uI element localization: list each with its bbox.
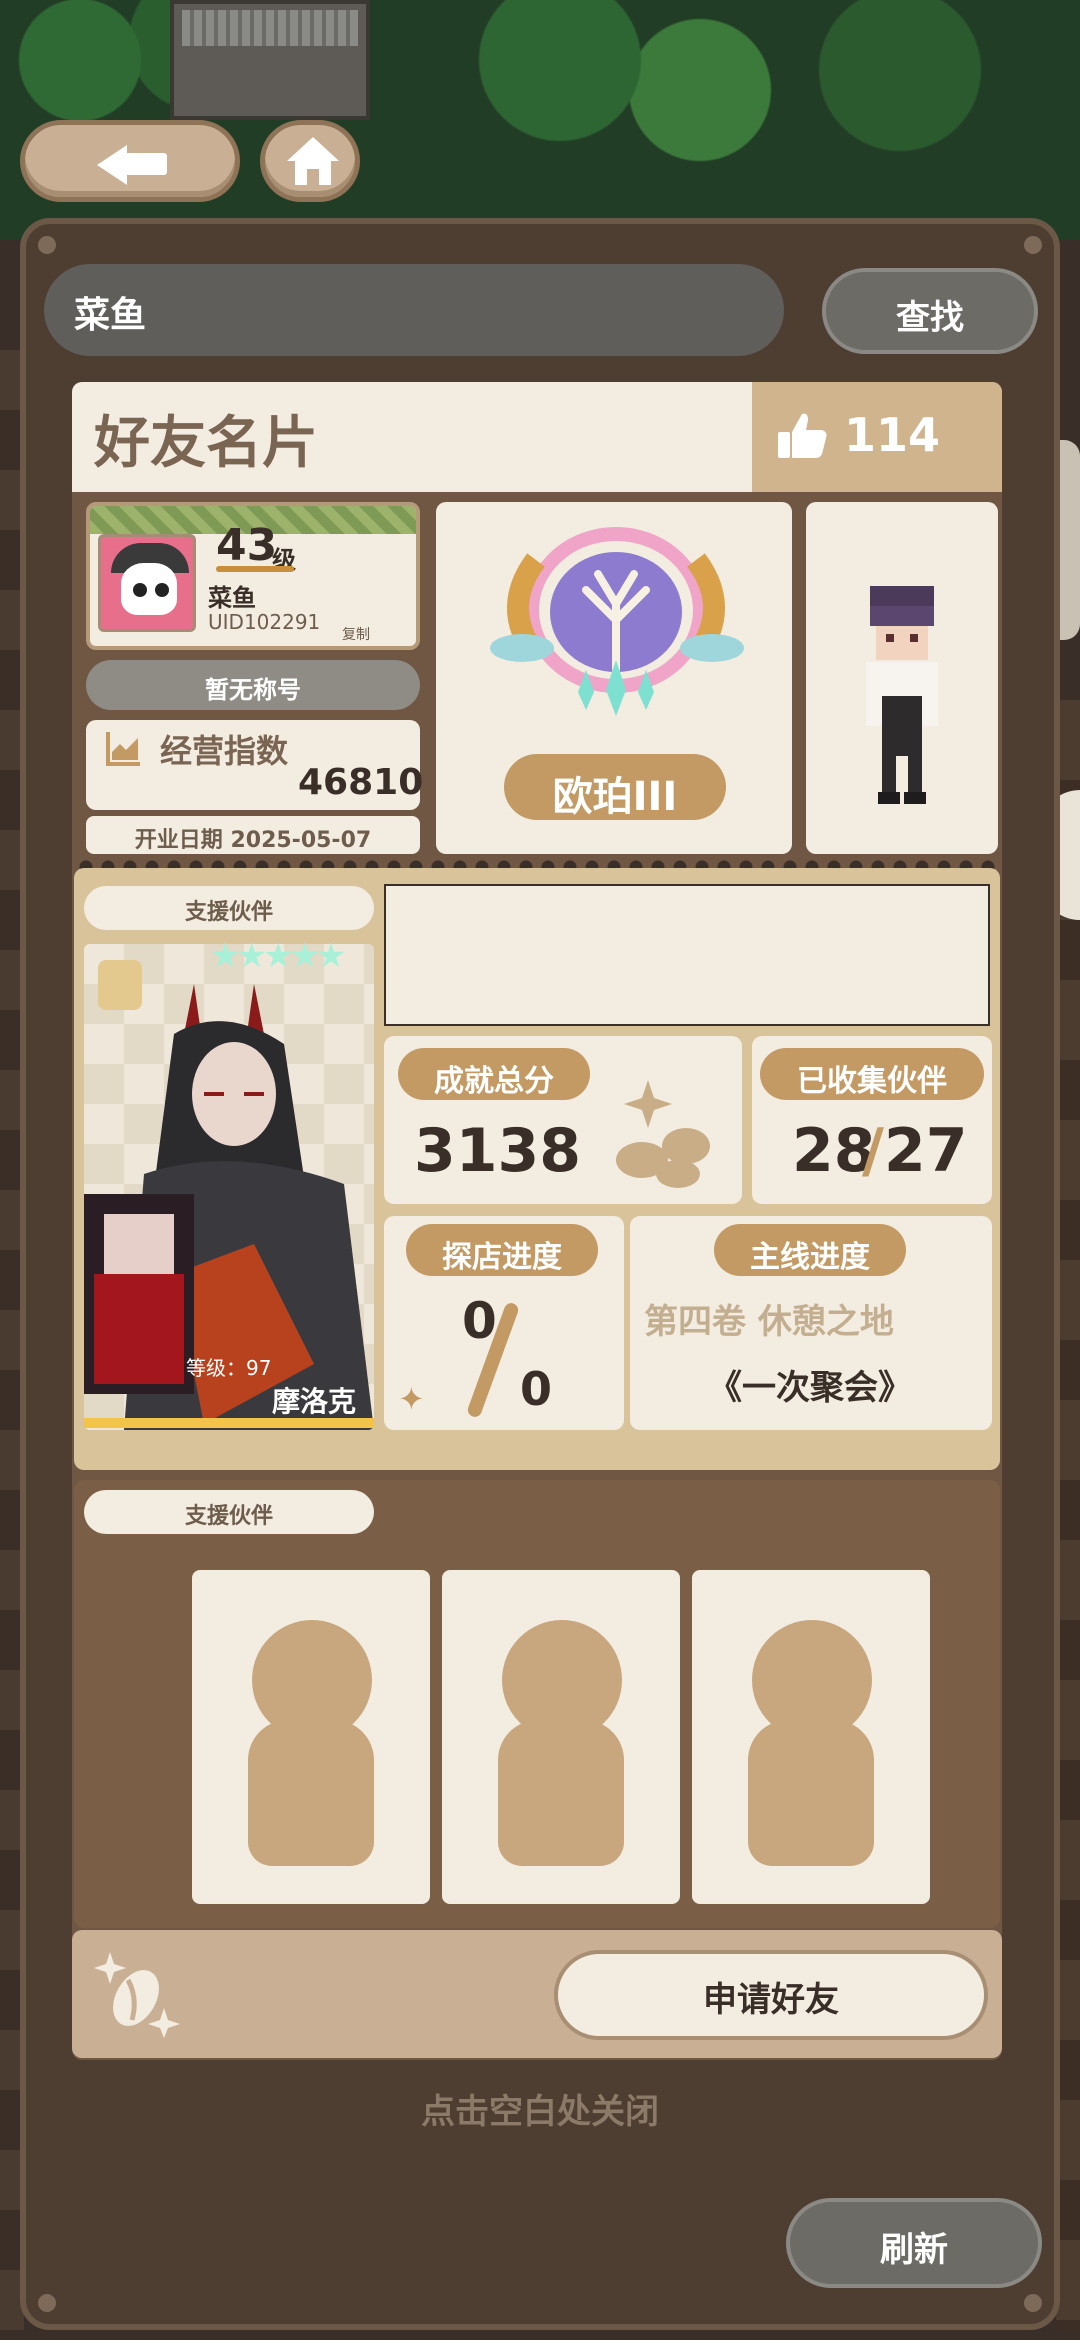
add-friend-button[interactable]: 申请好友 <box>554 1950 988 2040</box>
rank-emblem-icon <box>490 527 744 716</box>
refresh-label: 刷新 <box>880 2230 948 2270</box>
element-icon <box>98 960 142 1010</box>
rivet <box>1024 2294 1042 2312</box>
find-button-label: 查找 <box>896 298 964 338</box>
explore-label: 探店进度 <box>442 1240 562 1275</box>
refresh-button[interactable]: 刷新 <box>786 2198 1042 2288</box>
achievement-value: 3138 <box>414 1116 581 1186</box>
close-hint: 点击空白处关闭 <box>421 2092 659 2132</box>
silhouette-body <box>248 1720 374 1866</box>
open-date-text: 开业日期 2025-05-07 <box>134 828 372 853</box>
find-button[interactable]: 查找 <box>822 268 1038 354</box>
sparkle-icon: ✦ <box>398 1380 425 1418</box>
main-story-title: 《一次聚会》 <box>708 1368 912 1408</box>
support-slot[interactable] <box>442 1570 680 1904</box>
support-slot[interactable] <box>692 1570 930 1904</box>
support-slots-label: 支援伙伴 <box>84 1490 374 1534</box>
rivet <box>1024 236 1042 254</box>
rivet <box>38 2294 56 2312</box>
explore-label-pill: 探店进度 <box>406 1224 598 1276</box>
player-character-sprite <box>866 586 938 804</box>
home-icon <box>287 137 339 161</box>
home-icon-door <box>307 169 319 185</box>
avatar-eye <box>155 583 169 597</box>
silhouette-body <box>498 1720 624 1866</box>
coffee-bean-icon <box>616 1080 710 1188</box>
partner-stars: ★★★★★ <box>210 936 346 976</box>
add-friend-label: 申请好友 <box>703 1980 839 2020</box>
business-index-value: 46810 <box>298 762 424 803</box>
player-title-text: 暂无称号 <box>205 676 301 704</box>
thumbs-up-icon <box>778 413 827 458</box>
search-input[interactable] <box>44 264 784 356</box>
chart-icon <box>106 732 140 766</box>
background-building <box>170 0 370 120</box>
back-button[interactable] <box>20 120 240 202</box>
copy-uid-button[interactable]: 复制 <box>342 624 370 644</box>
support-slots-label-text: 支援伙伴 <box>184 1504 273 1529</box>
player-title-badge: 暂无称号 <box>86 660 420 710</box>
support-partner-label-text: 支援伙伴 <box>184 900 273 925</box>
main-story-label-pill: 主线进度 <box>714 1224 906 1276</box>
message-box <box>384 884 990 1026</box>
player-uid: UID102291 <box>208 610 321 634</box>
collected-label-pill: 已收集伙伴 <box>760 1048 984 1100</box>
achievement-label: 成就总分 <box>434 1064 554 1099</box>
rank-label-pill: 欧珀III <box>504 754 726 820</box>
player-name: 菜鱼 <box>208 584 256 612</box>
partner-level: 等级：97 <box>186 1356 272 1380</box>
silhouette-body <box>748 1720 874 1866</box>
game-screen: 菜鱼 查找 好友名片 114 43 级 菜鱼 UID102291 复制 暂无称号… <box>0 0 1080 2340</box>
support-partner-label: 支援伙伴 <box>84 886 374 930</box>
collected-total: 27 <box>884 1116 968 1186</box>
main-story-label: 主线进度 <box>750 1240 870 1275</box>
achievement-label-pill: 成就总分 <box>398 1048 590 1100</box>
player-level: 43 <box>216 520 278 571</box>
home-button[interactable] <box>260 120 360 202</box>
card-title: 好友名片 <box>94 411 318 476</box>
back-arrow-icon <box>97 145 127 185</box>
rivet <box>38 236 56 254</box>
partner-name: 摩洛克 <box>272 1385 357 1418</box>
avatar[interactable] <box>98 534 196 632</box>
search-input-value: 菜鱼 <box>74 295 147 336</box>
back-arrow-stem <box>125 153 167 175</box>
partner-rarity-bar <box>84 1418 374 1428</box>
open-date-box: 开业日期 2025-05-07 <box>86 816 420 854</box>
level-bar <box>216 566 294 572</box>
support-slot[interactable] <box>192 1570 430 1904</box>
main-story-chapter: 第四卷 休憩之地 <box>644 1302 894 1342</box>
collected-separator: / <box>862 1116 884 1186</box>
rank-label: 欧珀III <box>552 774 678 820</box>
like-count: 114 <box>844 408 941 462</box>
business-index-label: 经营指数 <box>160 732 289 770</box>
avatar-eye <box>133 583 147 597</box>
collected-label: 已收集伙伴 <box>797 1064 947 1099</box>
coffee-bean-icon <box>94 1952 180 2038</box>
explore-total: 0 <box>520 1362 553 1416</box>
